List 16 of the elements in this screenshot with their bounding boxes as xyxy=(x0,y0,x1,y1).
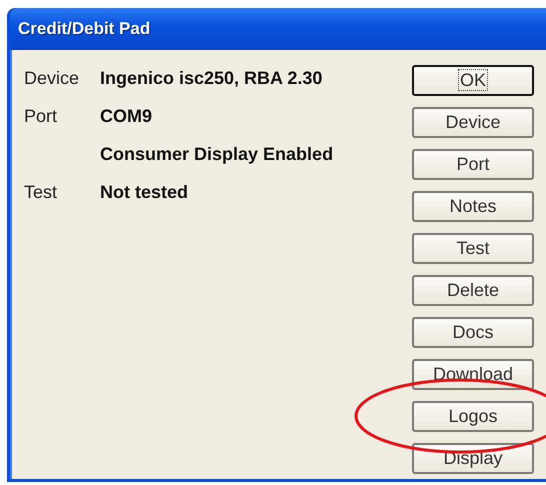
field-value: COM9 xyxy=(100,106,152,126)
dialog-button[interactable]: Notes xyxy=(412,191,534,222)
field-value: Not tested xyxy=(100,182,188,202)
field-value: Ingenico isc250, RBA 2.30 xyxy=(100,68,322,88)
field-label: Port xyxy=(24,106,58,126)
dialog-button[interactable]: Test xyxy=(412,233,534,264)
field-label: Device xyxy=(24,68,80,88)
field-value: Consumer Display Enabled xyxy=(100,144,334,164)
dialog-button[interactable]: Logos xyxy=(412,401,534,432)
dialog-button[interactable]: OK xyxy=(412,65,534,96)
field-label: Test xyxy=(24,182,58,202)
window-title: Credit/Debit Pad xyxy=(18,19,150,39)
dialog-button[interactable]: Docs xyxy=(412,317,534,348)
dialog-button[interactable]: Device xyxy=(412,107,534,138)
dialog-button[interactable]: Port xyxy=(412,149,534,180)
dialog-button[interactable]: Delete xyxy=(412,275,534,306)
